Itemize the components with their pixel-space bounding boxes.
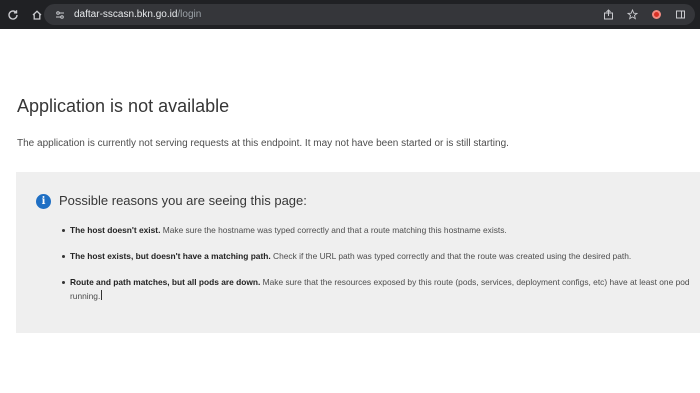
- browser-toolbar: daftar-sscasn.bkn.go.id/login: [0, 0, 700, 29]
- side-panel-icon[interactable]: [671, 6, 689, 23]
- site-info-icon[interactable]: [52, 10, 68, 20]
- url-path: /login: [177, 9, 202, 20]
- reason-text: Check if the URL path was typed correctl…: [270, 251, 632, 261]
- list-item: The host exists, but doesn't have a matc…: [62, 249, 692, 263]
- address-bar[interactable]: daftar-sscasn.bkn.go.id/login: [44, 4, 695, 25]
- info-icon: i: [36, 194, 51, 209]
- url-host: daftar-sscasn.bkn.go.id: [74, 9, 178, 20]
- list-item: The host doesn't exist. Make sure the ho…: [62, 223, 692, 237]
- reason-bold: The host doesn't exist.: [70, 225, 161, 235]
- bookmark-star-icon[interactable]: [623, 6, 641, 23]
- reason-bold: Route and path matches, but all pods are…: [70, 277, 261, 287]
- share-icon[interactable]: [599, 6, 617, 23]
- page-title: Application is not available: [17, 96, 230, 116]
- omnibox-actions: [599, 6, 689, 23]
- reload-icon[interactable]: [2, 4, 24, 26]
- list-item: Route and path matches, but all pods are…: [62, 275, 692, 303]
- reason-text: Make sure the hostname was typed correct…: [160, 225, 507, 235]
- text-cursor: [101, 290, 103, 300]
- extension-icon[interactable]: [647, 6, 665, 23]
- reason-bold: The host exists, but doesn't have a matc…: [70, 251, 271, 261]
- reasons-list: The host doesn't exist. Make sure the ho…: [62, 223, 692, 315]
- reasons-title: Possible reasons you are seeing this pag…: [59, 193, 307, 208]
- page-description: The application is currently not serving…: [17, 138, 509, 149]
- url-text[interactable]: daftar-sscasn.bkn.go.id/login: [74, 9, 201, 20]
